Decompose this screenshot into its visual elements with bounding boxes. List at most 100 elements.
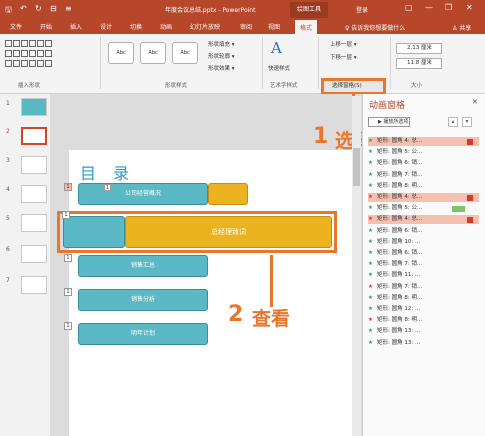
tab-transitions[interactable]: 切换 [130, 22, 142, 31]
tab-file[interactable]: 文件 [10, 22, 22, 31]
restore-icon[interactable]: ❐ [445, 3, 452, 12]
quick-styles-button[interactable]: 快速样式 [268, 64, 290, 72]
animation-item[interactable]: ★ 矩形: 圆角 7: 销... [368, 283, 479, 292]
tab-view[interactable]: 视图 [268, 22, 280, 31]
slide-thumbnail-selected[interactable] [21, 127, 47, 145]
shape-item[interactable] [21, 50, 28, 57]
undo-icon[interactable]: ↶ [20, 4, 27, 13]
animation-item[interactable]: ★ 矩形: 圆角 8: 明... [368, 182, 479, 191]
group-label-size: 大小 [411, 83, 423, 89]
shape-item[interactable] [21, 40, 28, 47]
shape-height-field[interactable]: 2.13 厘米 [396, 43, 442, 54]
animation-item[interactable]: ★ 矩形: 圆角 12: ... [368, 305, 479, 314]
shape-item[interactable] [45, 40, 52, 47]
animation-item[interactable]: ★ 矩形: 圆角 13: ... [368, 339, 479, 348]
shape-fill-button[interactable]: 形状填充 ▾ [208, 40, 235, 48]
play-selected-button[interactable]: ▶ 播放所选项 [368, 117, 410, 127]
tab-review[interactable]: 审阅 [240, 22, 252, 31]
tab-slideshow[interactable]: 幻灯片放映 [190, 22, 220, 31]
shape-item[interactable] [13, 50, 20, 57]
shape-item[interactable] [29, 40, 36, 47]
tab-animations[interactable]: 动画 [160, 22, 172, 31]
animation-tag: 1 [64, 288, 72, 296]
shape-item[interactable] [13, 60, 20, 67]
tab-design[interactable]: 设计 [100, 22, 112, 31]
animation-item[interactable]: ★ 矩形: 圆角 6: 销... [368, 159, 479, 168]
ribbon-display-icon[interactable]: ▢ [405, 3, 413, 12]
shapes-gallery[interactable] [5, 39, 57, 71]
shape-item[interactable] [5, 60, 12, 67]
animation-effect-icon: ★ [368, 306, 373, 312]
animation-item[interactable]: ★ 矩形: 圆角 4: 总... [368, 215, 479, 225]
slide-thumbnail[interactable] [21, 214, 47, 232]
tab-format[interactable]: 格式 [295, 20, 318, 34]
animation-item[interactable]: ★ 矩形: 圆角 4: 总... [368, 193, 479, 202]
move-down-icon[interactable]: ▾ [462, 117, 472, 127]
redo-icon[interactable]: ↻ [35, 4, 42, 13]
shape-style-preset[interactable]: Abc [140, 42, 166, 64]
animation-item[interactable]: ★ 矩形: 圆角 5: 公... [368, 148, 479, 157]
start-show-icon[interactable]: ⊟ [50, 4, 57, 13]
tab-insert[interactable]: 插入 [70, 22, 82, 31]
shape-width-field[interactable]: 11.8 厘米 [396, 58, 442, 69]
menu-box-left[interactable] [63, 216, 125, 248]
animation-item[interactable]: ★ 矩形: 圆角 4: 总... [368, 137, 479, 146]
animation-item[interactable]: ★ 矩形: 圆角 6: 销... [368, 249, 479, 258]
shape-item[interactable] [13, 40, 20, 47]
slide-title[interactable]: 目 录 [80, 160, 135, 184]
send-backward-button[interactable]: 下移一层 ▾ [330, 53, 357, 61]
shape-item[interactable] [29, 60, 36, 67]
slide-thumbnail[interactable] [21, 245, 47, 263]
shape-item[interactable] [37, 60, 44, 67]
tell-me-search[interactable]: ♀ 告诉我你想要做什么 [345, 23, 405, 32]
animation-item[interactable]: ★ 矩形: 圆角 8: 明... [368, 316, 479, 325]
animation-item[interactable]: ★ 矩形: 圆角 13: ... [368, 327, 479, 336]
animation-item[interactable]: ★ 矩形: 圆角 11: ... [368, 271, 479, 280]
animation-item[interactable]: ★ 矩形: 圆角 7: 销... [368, 171, 479, 180]
thumb-number: 1 [6, 100, 10, 107]
animation-item[interactable]: ★ 矩形: 圆角 7: 销... [368, 260, 479, 269]
wordart-quick-styles-icon[interactable]: A [271, 39, 282, 57]
minimize-icon[interactable]: — [425, 3, 433, 12]
menu-box-next-year-plan[interactable]: 明年计划 [78, 323, 208, 345]
shape-item[interactable] [37, 50, 44, 57]
close-icon[interactable]: ✕ [466, 3, 473, 12]
editor-scrollbar[interactable] [352, 96, 361, 436]
shape-item[interactable] [21, 60, 28, 67]
menu-box-gm-speech[interactable]: 总经理致词 [125, 216, 332, 248]
shape-item[interactable] [37, 40, 44, 47]
animation-item[interactable]: ★ 矩形: 圆角 10: ... [368, 238, 479, 247]
animation-item-label: 矩形: 圆角 8: 明... [377, 294, 423, 301]
share-button[interactable]: ♙ 共享 [452, 23, 471, 32]
tab-home[interactable]: 开始 [40, 22, 52, 31]
shape-effects-button[interactable]: 形状效果 ▾ [208, 64, 235, 72]
shape-item[interactable] [29, 50, 36, 57]
move-up-icon[interactable]: ▴ [448, 117, 458, 127]
close-icon[interactable]: ✕ [472, 98, 478, 106]
shape-outline-button[interactable]: 形状轮廓 ▾ [208, 52, 235, 60]
slide-thumbnail[interactable] [21, 98, 47, 116]
scrollbar-thumb[interactable] [353, 148, 360, 186]
slide-thumbnail[interactable] [21, 156, 47, 174]
menu-box-sales-analysis[interactable]: 销售分析 [78, 289, 208, 311]
menu-box-sales-summary[interactable]: 销售汇总 [78, 255, 208, 277]
shape-style-preset[interactable]: Abc [172, 42, 198, 64]
slide-thumbnail[interactable] [21, 185, 47, 203]
shape-item[interactable] [5, 50, 12, 57]
menu-box-accent[interactable] [208, 183, 248, 205]
shape-item[interactable] [45, 50, 52, 57]
animation-effect-icon: ★ [368, 294, 373, 301]
animation-effect-icon: ★ [368, 250, 373, 256]
animation-item[interactable]: ★ 矩形: 圆角 8: 明... [368, 294, 479, 303]
shape-item[interactable] [45, 60, 52, 67]
bring-forward-button[interactable]: 上移一层 ▾ [330, 40, 357, 48]
save-icon[interactable]: 🖫 [5, 4, 12, 18]
shape-item[interactable] [5, 40, 12, 47]
customize-icon[interactable]: ≡ [65, 4, 72, 13]
menu-box-company-overview[interactable]: 公司经营概况 [78, 183, 208, 205]
shape-style-preset[interactable]: Abc [108, 42, 134, 64]
animation-item[interactable]: ★ 矩形: 圆角 6: 销... [368, 227, 479, 236]
login-link[interactable]: 登录 [356, 5, 368, 14]
slide-thumbnail[interactable] [21, 276, 47, 294]
animation-effect-icon: ★ [368, 182, 373, 189]
